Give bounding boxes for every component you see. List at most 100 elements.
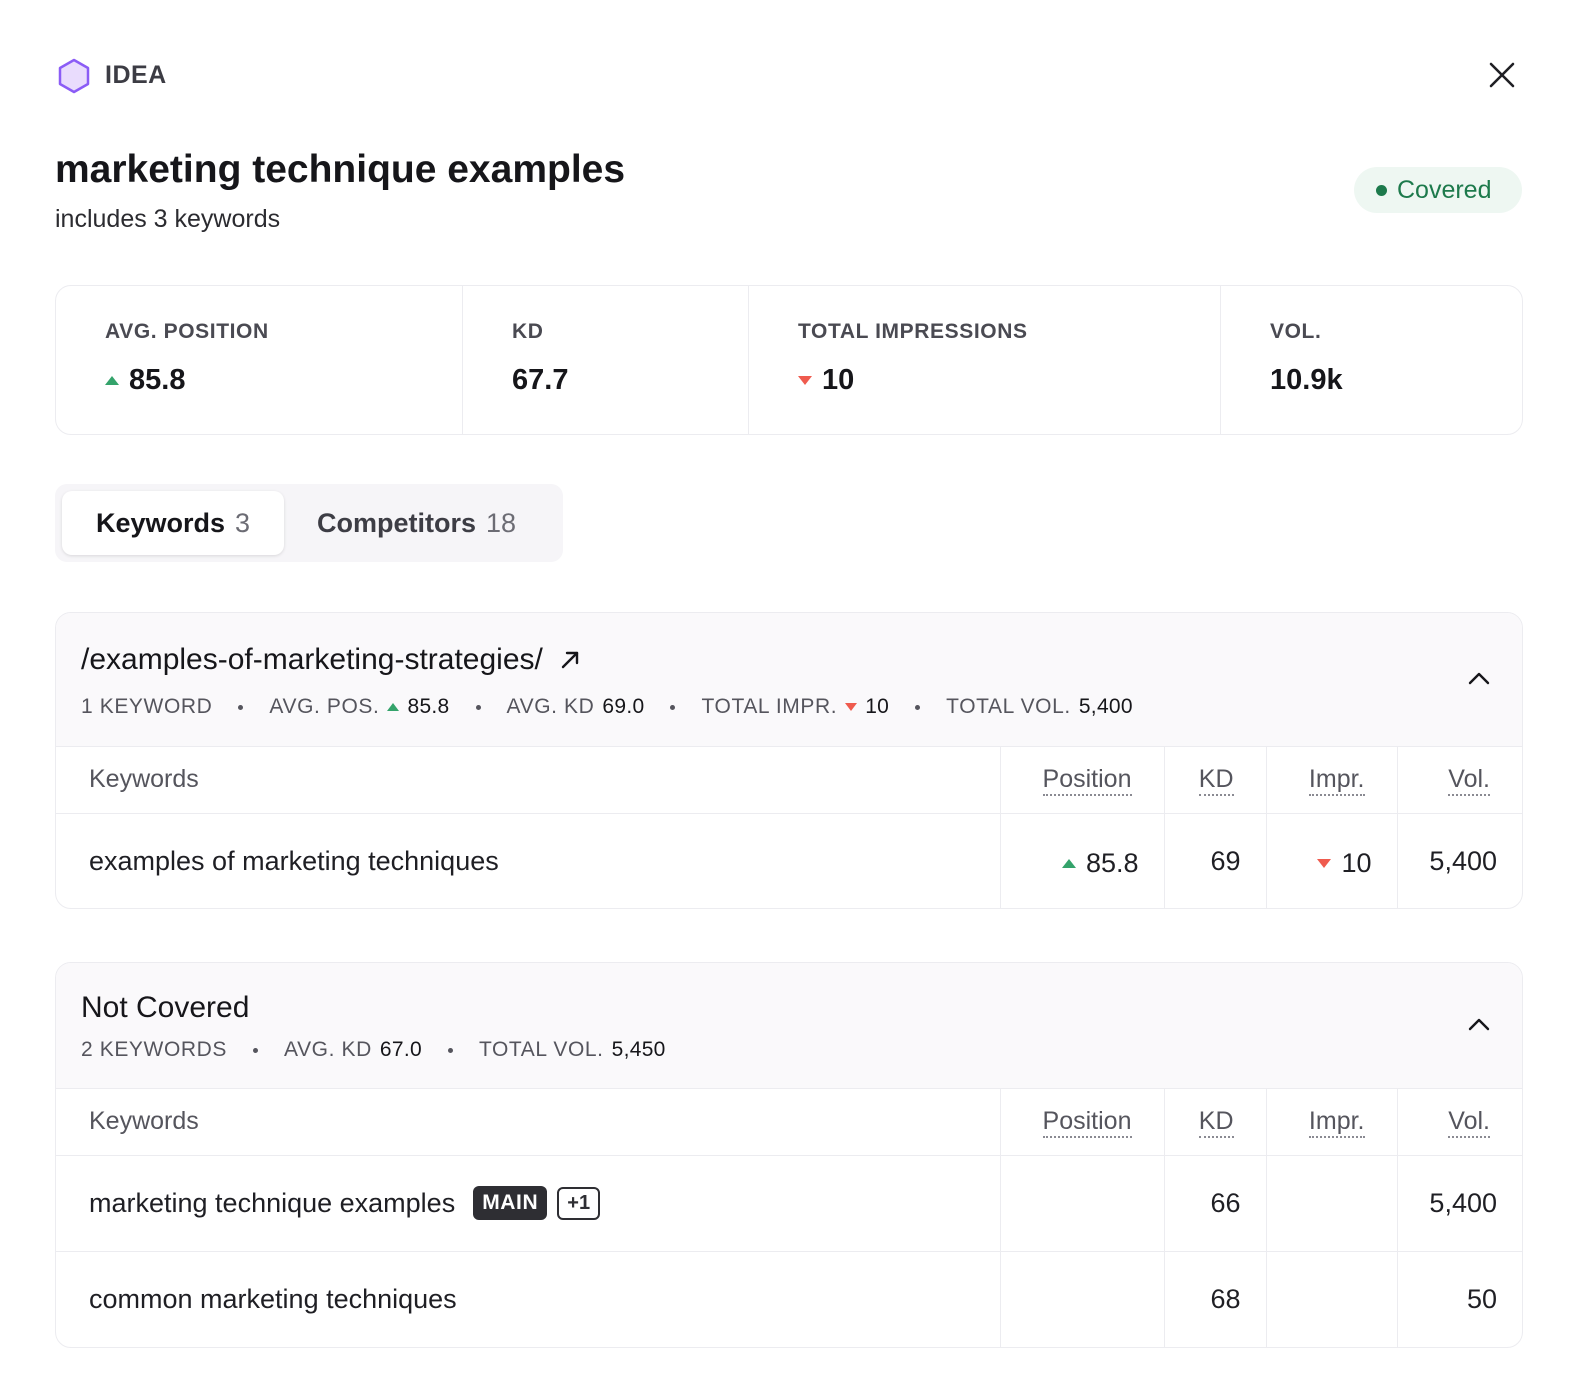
keyword-cell: marketing technique examples MAIN +1 bbox=[56, 1155, 1001, 1252]
tab-keywords[interactable]: Keywords 3 bbox=[62, 491, 284, 555]
keyword-cell: examples of marketing techniques bbox=[56, 813, 1001, 908]
keyword-count: 1 KEYWORD bbox=[81, 695, 213, 718]
trend-up-icon bbox=[105, 376, 119, 385]
tab-count: 3 bbox=[235, 507, 251, 538]
table-row[interactable]: marketing technique examples MAIN +1 66 5,… bbox=[56, 1155, 1522, 1252]
avg-pos-label: AVG. POS. bbox=[269, 695, 380, 718]
trend-down-icon bbox=[1317, 858, 1332, 868]
stat-value: 10.9k bbox=[1270, 364, 1343, 397]
table-header-row: Keywords Position KD Impr. Vol. bbox=[56, 747, 1522, 814]
col-header-keywords: Keywords bbox=[56, 1089, 1001, 1156]
total-vol-value: 5,450 bbox=[611, 1038, 666, 1061]
avg-kd-value: 69.0 bbox=[602, 695, 645, 718]
external-link-icon[interactable] bbox=[559, 649, 581, 671]
separator-dot bbox=[253, 1047, 259, 1053]
col-header-kd[interactable]: KD bbox=[1164, 1089, 1267, 1156]
stat-value: 67.7 bbox=[512, 364, 568, 397]
idea-type-label: IDEA bbox=[105, 61, 167, 89]
close-icon[interactable] bbox=[1486, 59, 1518, 91]
idea-title: marketing technique examples bbox=[55, 148, 626, 191]
stat-label: KD bbox=[512, 320, 544, 343]
keyword-cell: common marketing techniques bbox=[56, 1251, 1001, 1347]
sort-vol[interactable]: Vol. bbox=[1448, 765, 1490, 797]
separator-dot bbox=[670, 704, 676, 710]
col-header-impr[interactable]: Impr. bbox=[1266, 747, 1398, 814]
keyword-group-not-covered: Not Covered 2 KEYWORDS AVG. KD 67.0 TOTA… bbox=[55, 962, 1523, 1348]
col-header-vol[interactable]: Vol. bbox=[1397, 1089, 1522, 1156]
avg-kd-label: AVG. KD bbox=[506, 695, 595, 718]
keyword-count: 2 KEYWORDS bbox=[81, 1038, 228, 1061]
panel-header: IDEA bbox=[55, 55, 1520, 97]
trend-down-icon bbox=[798, 376, 812, 385]
position-value: 85.8 bbox=[1085, 847, 1139, 878]
sort-vol[interactable]: Vol. bbox=[1448, 1107, 1490, 1139]
keyword-table: Keywords Position KD Impr. Vol. marketin… bbox=[56, 1089, 1522, 1347]
vol-cell: 5,400 bbox=[1429, 845, 1497, 876]
col-header-kd[interactable]: KD bbox=[1164, 747, 1267, 814]
tab-competitors[interactable]: Competitors 18 bbox=[317, 491, 516, 555]
group-title: Not Covered bbox=[81, 991, 249, 1025]
col-header-impr[interactable]: Impr. bbox=[1266, 1089, 1398, 1156]
sort-kd[interactable]: KD bbox=[1198, 1107, 1234, 1139]
avg-kd-label: AVG. KD bbox=[284, 1038, 372, 1061]
total-vol-label: TOTAL VOL. bbox=[478, 1038, 604, 1061]
group-header[interactable]: /examples-of-marketing-strategies/ 1 KEY… bbox=[56, 613, 1522, 747]
stat-value: 85.8 bbox=[105, 364, 185, 397]
stat-value-text: 10 bbox=[822, 364, 855, 396]
separator-dot bbox=[915, 704, 921, 710]
page-url-link[interactable]: /examples-of-marketing-strategies/ bbox=[81, 643, 543, 677]
position-cell: 85.8 bbox=[1000, 813, 1165, 908]
stat-label: VOL. bbox=[1270, 320, 1322, 343]
col-header-position[interactable]: Position bbox=[1000, 1089, 1165, 1156]
stats-card: AVG. POSITION 85.8 KD 67.7 TOTAL IMPRESS… bbox=[55, 285, 1523, 435]
stat-kd: KD 67.7 bbox=[463, 286, 749, 434]
group-header[interactable]: Not Covered 2 KEYWORDS AVG. KD 67.0 TOTA… bbox=[56, 963, 1522, 1089]
stat-label: TOTAL IMPRESSIONS bbox=[798, 320, 1028, 343]
col-header-position[interactable]: Position bbox=[1000, 747, 1165, 814]
total-impr-label: TOTAL IMPR. bbox=[701, 695, 838, 718]
table-row[interactable]: common marketing techniques 68 50 bbox=[56, 1251, 1522, 1347]
sort-impr[interactable]: Impr. bbox=[1308, 1107, 1365, 1139]
kd-cell: 69 bbox=[1164, 813, 1267, 908]
group-title: /examples-of-marketing-strategies/ bbox=[81, 643, 581, 677]
impr-cell: 10 bbox=[1266, 813, 1398, 908]
position-cell bbox=[1000, 1155, 1165, 1252]
sort-position[interactable]: Position bbox=[1042, 1107, 1132, 1139]
group-meta: 1 KEYWORD AVG. POS. 85.8 AVG. KD 69.0 TO… bbox=[81, 695, 1133, 719]
total-impr-value: 10 bbox=[845, 695, 889, 719]
col-header-vol[interactable]: Vol. bbox=[1397, 747, 1522, 814]
table-header-row: Keywords Position KD Impr. Vol. bbox=[56, 1089, 1522, 1156]
stat-total-impressions: TOTAL IMPRESSIONS 10 bbox=[749, 286, 1221, 434]
vol-cell: 50 bbox=[1466, 1283, 1497, 1314]
main-badge: MAIN bbox=[473, 1186, 548, 1220]
stat-label: AVG. POSITION bbox=[105, 320, 269, 343]
chevron-up-icon[interactable] bbox=[1466, 1012, 1492, 1038]
stat-value: 10 bbox=[798, 364, 854, 397]
separator-dot bbox=[447, 1047, 453, 1053]
sort-impr[interactable]: Impr. bbox=[1308, 765, 1365, 797]
trend-up-icon bbox=[1061, 858, 1076, 868]
status-dot-icon bbox=[1376, 184, 1387, 196]
position-cell bbox=[1000, 1251, 1165, 1347]
keyword-text: marketing technique examples bbox=[89, 1188, 456, 1218]
tab-bar: Keywords 3 Competitors 18 bbox=[55, 484, 563, 562]
trend-up-icon bbox=[387, 703, 400, 711]
total-impr-value-text: 10 bbox=[865, 695, 890, 718]
kd-cell: 68 bbox=[1164, 1251, 1267, 1347]
more-keywords-badge[interactable]: +1 bbox=[557, 1187, 601, 1220]
sort-position[interactable]: Position bbox=[1042, 765, 1132, 797]
impr-value: 10 bbox=[1341, 847, 1372, 878]
avg-kd-value: 67.0 bbox=[379, 1038, 422, 1061]
tab-label: Competitors bbox=[317, 507, 477, 538]
group-title-text: Not Covered bbox=[81, 991, 250, 1024]
stat-value-text: 85.8 bbox=[129, 364, 186, 396]
stat-avg-position: AVG. POSITION 85.8 bbox=[56, 286, 463, 434]
chevron-up-icon[interactable] bbox=[1466, 666, 1492, 692]
table-row[interactable]: examples of marketing techniques 85.8 69… bbox=[56, 813, 1522, 908]
total-vol-value: 5,400 bbox=[1078, 695, 1133, 718]
sort-kd[interactable]: KD bbox=[1198, 765, 1234, 797]
vol-cell: 5,400 bbox=[1397, 1155, 1522, 1252]
avg-pos-value: 85.8 bbox=[387, 695, 449, 719]
group-meta: 2 KEYWORDS AVG. KD 67.0 TOTAL VOL. 5,450 bbox=[81, 1038, 666, 1062]
separator-dot bbox=[475, 704, 481, 710]
